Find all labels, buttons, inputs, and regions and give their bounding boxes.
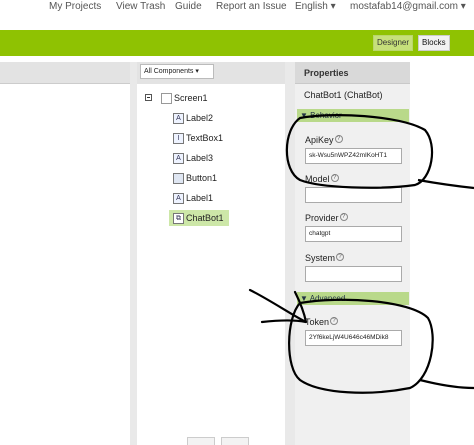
tree-item-label1[interactable]: A Label1 bbox=[173, 190, 213, 206]
properties-panel: Properties ChatBot1 (ChatBot) ▼ Behavior… bbox=[295, 62, 410, 445]
system-input[interactable] bbox=[305, 266, 402, 282]
blocks-button[interactable]: Blocks bbox=[418, 35, 450, 51]
account-menu[interactable]: mostafab14@gmail.com ▾ bbox=[350, 1, 466, 12]
viewer-canvas[interactable] bbox=[0, 84, 130, 445]
help-icon[interactable]: ? bbox=[339, 213, 348, 221]
screen-icon bbox=[161, 93, 172, 105]
my-projects-link[interactable]: My Projects bbox=[49, 1, 101, 12]
scrollbar[interactable] bbox=[466, 62, 474, 362]
token-input[interactable]: 2Yf6keLjW4U646c46MDik8 bbox=[305, 330, 402, 346]
components-filter-dropdown[interactable]: All Components ▾ bbox=[140, 64, 214, 79]
delete-button[interactable] bbox=[221, 437, 249, 445]
viewer-panel bbox=[0, 62, 130, 445]
help-icon[interactable]: ? bbox=[336, 253, 345, 261]
collapse-toggle-icon[interactable] bbox=[145, 94, 152, 101]
tree-item-textbox1[interactable]: I TextBox1 bbox=[173, 130, 223, 146]
designer-button[interactable]: Designer bbox=[373, 35, 414, 51]
report-issue-link[interactable]: Report an Issue bbox=[216, 1, 287, 12]
apikey-label: ApiKey? bbox=[305, 135, 343, 145]
behavior-section-header[interactable]: ▼ Behavior bbox=[297, 109, 409, 122]
help-icon[interactable]: ? bbox=[334, 135, 343, 143]
model-label: Model? bbox=[305, 174, 339, 184]
chatbot-icon: ⧉ bbox=[173, 213, 184, 225]
panel-divider bbox=[130, 62, 137, 445]
panel-divider bbox=[285, 62, 295, 445]
designer-toolbar: Designer Blocks bbox=[0, 30, 474, 56]
guide-link[interactable]: Guide bbox=[175, 1, 202, 12]
components-header: All Components ▾ bbox=[137, 62, 285, 84]
language-menu[interactable]: English ▾ bbox=[295, 1, 336, 12]
tree-item-button1[interactable]: Button1 bbox=[173, 170, 217, 186]
viewer-header bbox=[0, 62, 130, 84]
right-blank-area bbox=[410, 62, 474, 445]
advanced-section-header[interactable]: ▼ Advanced bbox=[297, 292, 409, 305]
top-navigation: My Projects View Trash Guide Report an I… bbox=[0, 0, 474, 16]
label-icon: A bbox=[173, 113, 184, 125]
provider-input[interactable]: chatgpt bbox=[305, 226, 402, 242]
system-label: System? bbox=[305, 253, 345, 263]
properties-header: Properties bbox=[295, 62, 410, 84]
rename-button[interactable] bbox=[187, 437, 215, 445]
label-icon: A bbox=[173, 153, 184, 165]
tree-item-label2[interactable]: A Label2 bbox=[173, 110, 213, 126]
button-icon bbox=[173, 173, 184, 185]
tree-item-label3[interactable]: A Label3 bbox=[173, 150, 213, 166]
selected-component-title: ChatBot1 (ChatBot) bbox=[304, 90, 383, 100]
label-icon: A bbox=[173, 193, 184, 205]
tree-item-screen1[interactable]: Screen1 bbox=[161, 90, 208, 106]
apikey-input[interactable]: sk-Wsu5nWPZ42mIKoHT1 bbox=[305, 148, 402, 164]
help-icon[interactable]: ? bbox=[330, 317, 339, 325]
components-tree: Screen1 A Label2 I TextBox1 A Label3 Button… bbox=[137, 84, 285, 445]
view-trash-link[interactable]: View Trash bbox=[116, 1, 165, 12]
tree-item-chatbot1[interactable]: ⧉ ChatBot1 bbox=[169, 210, 229, 226]
model-input[interactable] bbox=[305, 187, 402, 203]
textbox-icon: I bbox=[173, 133, 184, 145]
token-label: Token? bbox=[305, 317, 339, 327]
provider-label: Provider? bbox=[305, 213, 348, 223]
help-icon[interactable]: ? bbox=[330, 174, 339, 182]
components-panel: All Components ▾ Screen1 A Label2 I TextBo… bbox=[137, 62, 285, 445]
